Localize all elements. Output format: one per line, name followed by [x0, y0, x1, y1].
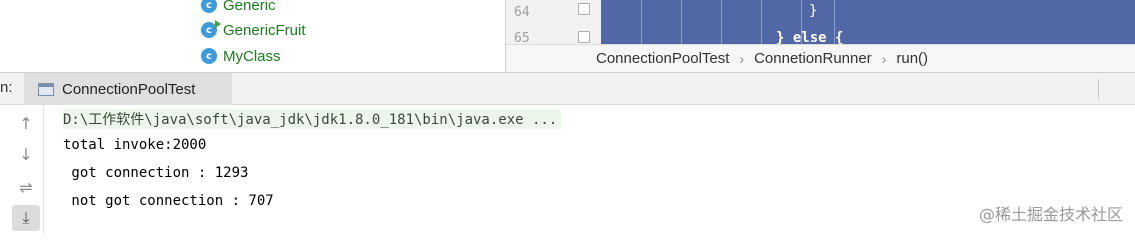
breadcrumb-separator-icon: › [881, 50, 887, 67]
indent-guide [721, 0, 722, 44]
console-command-line: D:\工作软件\java\soft\java_jdk\jdk1.8.0_181\… [63, 109, 562, 129]
breadcrumb-item[interactable]: ConnetionRunner [754, 50, 872, 67]
application-icon [38, 82, 54, 96]
soft-wrap-icon[interactable]: ⇌ [12, 174, 40, 200]
breadcrumb-item[interactable]: run() [896, 50, 928, 67]
fold-marker-icon[interactable] [578, 3, 590, 15]
class-icon: c [201, 0, 217, 13]
fold-marker-icon[interactable] [578, 31, 590, 43]
code-editor[interactable]: 64 65 } } else { ConnectionPoolTest › Co… [505, 0, 1135, 72]
console-line: total invoke:2000 [63, 137, 207, 153]
indent-guide [641, 0, 642, 44]
editor-gutter: 64 65 [506, 0, 601, 46]
run-tab-bar: n: ConnectionPoolTest [0, 72, 1135, 105]
console-line: got connection : 1293 [63, 165, 249, 181]
tree-item-genericfruit[interactable]: c GenericFruit [201, 19, 306, 41]
tree-item-myclass[interactable]: c MyClass [201, 45, 281, 67]
down-arrow-icon[interactable]: ↓ [12, 141, 40, 167]
tab-connectionpooltest[interactable]: ConnectionPoolTest [24, 73, 232, 105]
breadcrumb: ConnectionPoolTest › ConnetionRunner › r… [506, 44, 1135, 72]
console-line: not got connection : 707 [63, 193, 274, 209]
code-line: } else { [776, 30, 844, 44]
class-icon: c [201, 48, 217, 64]
scroll-to-end-icon[interactable]: ⤓ [12, 205, 40, 231]
tree-item-label: GenericFruit [223, 21, 306, 39]
tree-item-label: Generic [223, 0, 276, 14]
run-side-toolbar: ↑ ↓ ⇌ ⤓ [0, 105, 44, 235]
line-number: 64 [514, 5, 530, 20]
run-badge-icon [215, 20, 221, 28]
tree-item-generic[interactable]: c Generic [201, 0, 276, 16]
divider [1098, 79, 1099, 99]
run-window-label: n: [0, 79, 13, 96]
tree-item-label: MyClass [223, 47, 281, 65]
breadcrumb-separator-icon: › [739, 50, 745, 67]
watermark: @稀土掘金技术社区 [978, 205, 1123, 224]
indent-guide [761, 0, 762, 44]
breadcrumb-item[interactable]: ConnectionPoolTest [596, 50, 729, 67]
up-arrow-icon[interactable]: ↑ [12, 110, 40, 136]
class-icon: c [201, 20, 221, 38]
code-line: } [809, 3, 818, 19]
project-tree: c Generic c GenericFruit c MyClass [0, 0, 505, 72]
tab-label: ConnectionPoolTest [62, 80, 196, 98]
indent-guide [681, 0, 682, 44]
console-output[interactable]: D:\工作软件\java\soft\java_jdk\jdk1.8.0_181\… [44, 105, 1135, 235]
code-area[interactable]: } } else { [601, 0, 1135, 44]
